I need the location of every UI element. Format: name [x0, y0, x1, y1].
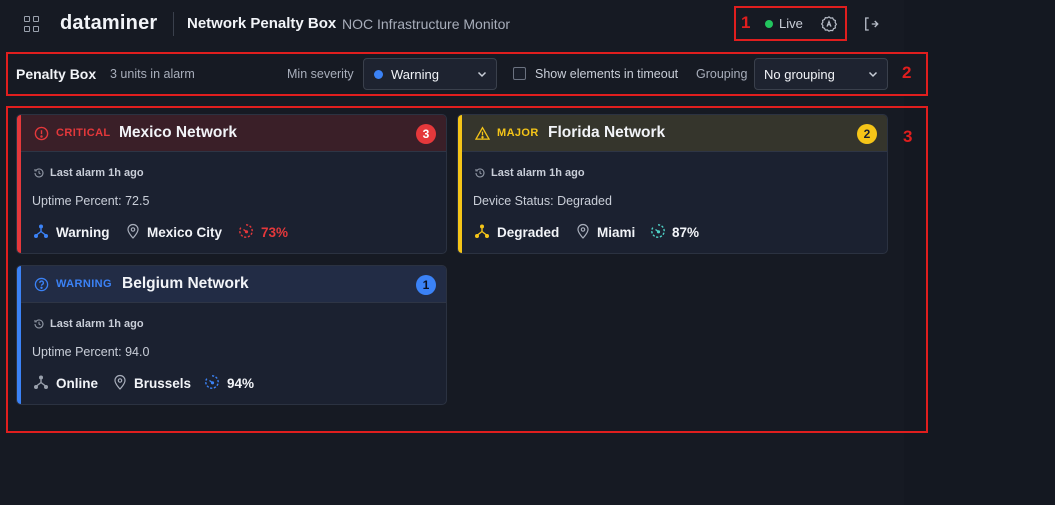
history-icon [34, 168, 44, 178]
gauge-icon [239, 224, 253, 238]
network-topology-icon [34, 375, 48, 389]
card-stats-row: Warning Mexico City 73% [17, 220, 446, 242]
penalty-box-title: Penalty Box [16, 66, 97, 82]
header-divider [173, 12, 174, 36]
percent-text: 73% [261, 225, 289, 240]
percent-text: 94% [227, 376, 255, 391]
alarm-card-mexico[interactable]: CRITICAL Mexico Network 3 Last alarm 1h … [16, 114, 447, 254]
annotation-1: 1 [741, 13, 751, 32]
card-metric: Device Status: Degraded [473, 194, 612, 208]
status-text: Online [56, 376, 99, 391]
location-text: Brussels [134, 376, 192, 391]
last-alarm-time: Last alarm 1h ago [491, 167, 585, 179]
warning-triangle-icon [475, 126, 490, 140]
card-metric: Uptime Percent: 72.5 [32, 194, 150, 208]
last-alarm-time: Last alarm 1h ago [50, 318, 144, 330]
network-topology-icon [34, 224, 48, 238]
question-circle-icon [34, 277, 49, 292]
network-topology-icon [475, 224, 489, 238]
annotation-3: 3 [903, 127, 913, 146]
alarm-count-badge: 2 [857, 124, 877, 144]
grouping-select[interactable]: No grouping [754, 58, 888, 90]
severity-label: CRITICAL [56, 127, 111, 139]
grouping-value: No grouping [764, 67, 835, 82]
severity-dot-icon [374, 70, 383, 79]
location-pin-icon [577, 223, 589, 239]
chevron-down-icon [477, 71, 487, 78]
live-status-dot [765, 20, 773, 28]
card-stats-row: Online Brussels 94% [17, 371, 446, 393]
history-icon [475, 168, 485, 178]
severity-label: WARNING [56, 278, 112, 290]
min-severity-label: Min severity [287, 67, 354, 81]
page-subtitle: NOC Infrastructure Monitor [342, 16, 511, 32]
timeout-checkbox[interactable] [513, 67, 526, 80]
network-name: Mexico Network [119, 124, 238, 141]
location-pin-icon [114, 374, 126, 390]
min-severity-value: Warning [391, 67, 439, 82]
alarm-count-badge: 1 [416, 275, 436, 295]
annotation-2: 2 [902, 63, 912, 82]
network-name: Belgium Network [122, 275, 249, 292]
location-text: Miami [597, 225, 636, 240]
live-status-label[interactable]: Live [779, 16, 803, 31]
history-icon [34, 319, 44, 329]
alarm-card-florida[interactable]: MAJOR Florida Network 2 Last alarm 1h ag… [457, 114, 888, 254]
page-title: Network Penalty Box [187, 15, 337, 32]
percent-text: 87% [672, 225, 700, 240]
network-name: Florida Network [548, 124, 666, 141]
gauge-icon [651, 224, 665, 238]
card-metric: Uptime Percent: 94.0 [32, 345, 150, 359]
grouping-label: Grouping [696, 67, 748, 81]
status-text: Warning [56, 225, 110, 240]
card-stats-row: Degraded Miami 87% [458, 220, 887, 242]
settings-icon[interactable] [820, 15, 838, 33]
last-alarm-time: Last alarm 1h ago [50, 167, 144, 179]
alarm-count-text: 3 units in alarm [110, 67, 195, 81]
logout-icon[interactable] [862, 15, 880, 33]
alarm-count-badge: 3 [416, 124, 436, 144]
critical-alert-icon [34, 126, 49, 141]
app-root: dataminer Network Penalty Box NOC Infras… [0, 0, 1055, 505]
alarm-card-belgium[interactable]: WARNING Belgium Network 1 Last alarm 1h … [16, 265, 447, 405]
top-header: dataminer Network Penalty Box NOC Infras… [0, 0, 904, 48]
status-text: Degraded [497, 225, 560, 240]
apps-grid-icon[interactable] [24, 16, 40, 32]
min-severity-select[interactable]: Warning [363, 58, 497, 90]
severity-label: MAJOR [497, 127, 539, 139]
brand-logo[interactable]: dataminer [60, 12, 157, 35]
timeout-checkbox-label[interactable]: Show elements in timeout [535, 67, 678, 81]
location-text: Mexico City [147, 225, 223, 240]
gauge-icon [205, 375, 219, 389]
location-pin-icon [127, 223, 139, 239]
chevron-down-icon [868, 71, 878, 78]
